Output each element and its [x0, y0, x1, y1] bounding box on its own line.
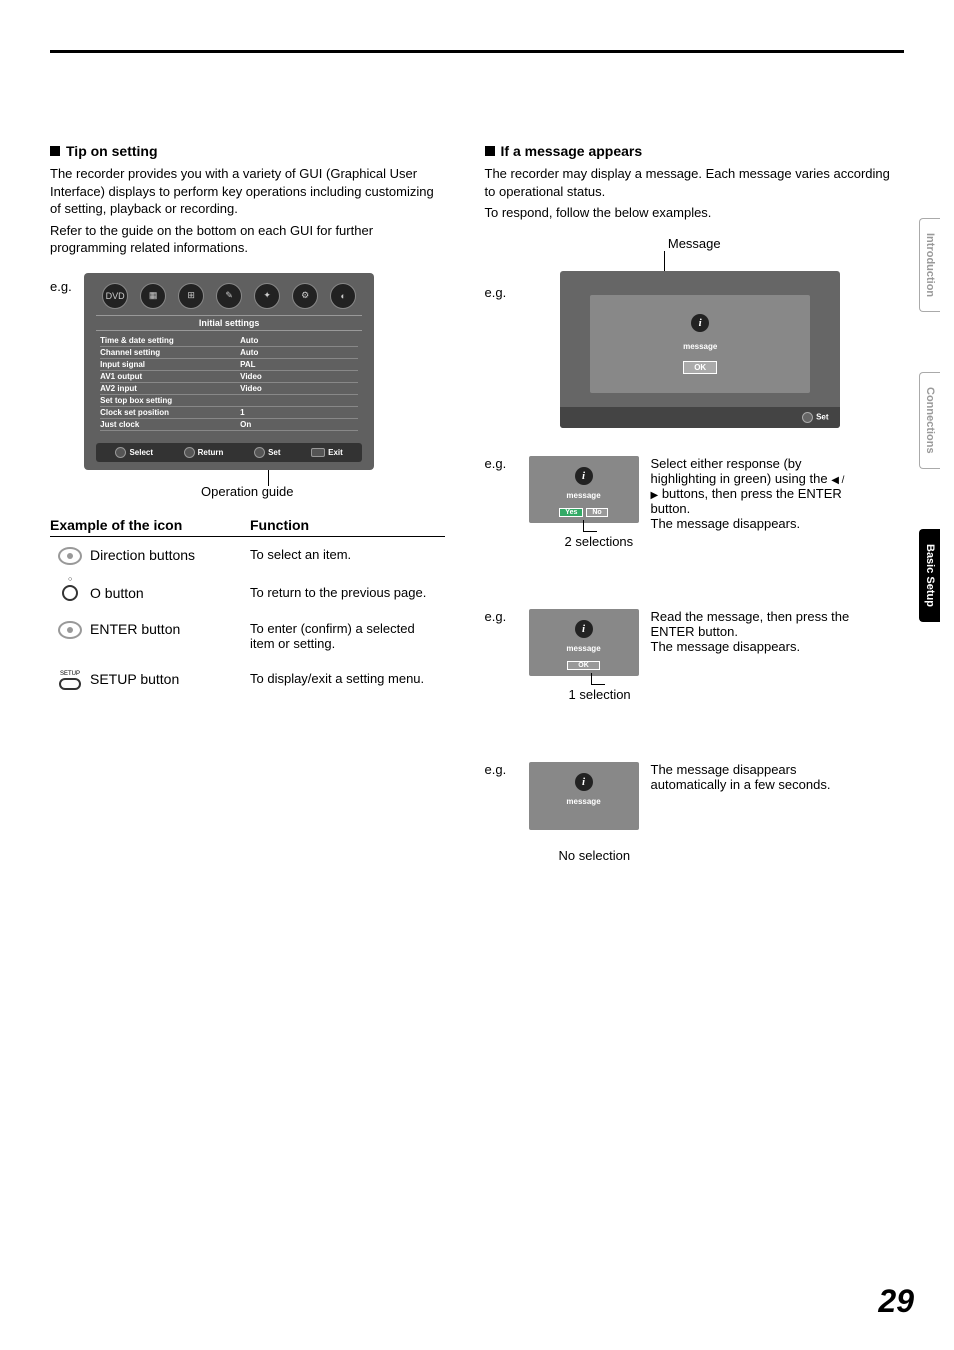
- icon-table-header: Example of the icon Function: [50, 517, 445, 537]
- eg-label: e.g.: [485, 609, 517, 702]
- msg-p1: The recorder may display a message. Each…: [485, 165, 904, 200]
- settings-list: Time & date settingAuto Channel settingA…: [90, 335, 368, 439]
- menu-icon: ✦: [254, 283, 280, 309]
- eg-label: e.g.: [50, 279, 72, 294]
- operation-guide-label: Operation guide: [50, 484, 445, 499]
- yes-button[interactable]: Yes: [559, 508, 583, 517]
- info-icon: i: [575, 620, 593, 638]
- menu-icon: ▦: [140, 283, 166, 309]
- message-label: Message: [485, 236, 904, 251]
- direction-icon: [58, 547, 82, 565]
- tab-connections[interactable]: Connections: [919, 372, 940, 469]
- menu-icon: ⊞: [178, 283, 204, 309]
- table-row: Direction buttons To select an item.: [50, 537, 445, 575]
- msg-p2: To respond, follow the below examples.: [485, 204, 904, 222]
- tip-p1: The recorder provides you with a variety…: [50, 165, 445, 218]
- ok-dialog: i message OK: [529, 609, 639, 676]
- enter-icon: [58, 621, 82, 639]
- tab-basic-setup[interactable]: Basic Setup: [919, 529, 940, 622]
- table-row: O button To return to the previous page.: [50, 575, 445, 611]
- desc-text: Select either response (by highlighting …: [651, 456, 851, 549]
- auto-dialog: i message: [529, 762, 639, 830]
- info-icon: i: [575, 773, 593, 791]
- gui-screenshot: DVD ▦ ⊞ ✎ ✦ ⚙ ◐ Initial settings Time & …: [84, 273, 374, 470]
- yes-no-dialog: i message Yes No: [529, 456, 639, 523]
- ok-button[interactable]: OK: [567, 661, 600, 670]
- tip-p2: Refer to the guide on the bottom on each…: [50, 222, 445, 257]
- no-button[interactable]: No: [586, 508, 607, 517]
- message-dialog: i message OK Set: [560, 271, 840, 428]
- ok-button[interactable]: OK: [683, 361, 717, 374]
- desc-text: Read the message, then press the ENTER b…: [651, 609, 851, 702]
- desc-text: The message disappears automatically in …: [651, 762, 851, 863]
- eg-label: e.g.: [485, 456, 517, 549]
- tab-introduction[interactable]: Introduction: [919, 218, 940, 312]
- info-icon: i: [575, 467, 593, 485]
- page-number: 29: [878, 1283, 914, 1320]
- info-icon: i: [691, 314, 709, 332]
- eg-label: e.g.: [485, 762, 517, 863]
- menu-icon: DVD: [102, 283, 128, 309]
- menu-icon: ✎: [216, 283, 242, 309]
- caption: 1 selection: [569, 687, 639, 702]
- init-settings-title: Initial settings: [96, 315, 362, 331]
- eg-label: e.g.: [485, 285, 507, 428]
- table-row: ENTER button To enter (confirm) a select…: [50, 611, 445, 661]
- menu-icon: ◐: [330, 283, 356, 309]
- side-tabs: Introduction Connections Basic Setup: [919, 218, 940, 622]
- menu-icon: ⚙: [292, 283, 318, 309]
- caption: No selection: [559, 848, 639, 863]
- table-row: SETUP SETUP button To display/exit a set…: [50, 661, 445, 700]
- operation-bar: Select Return Set Exit: [96, 443, 362, 462]
- setup-icon: [59, 678, 81, 690]
- message-title: If a message appears: [485, 143, 904, 159]
- o-button-icon: [62, 585, 78, 601]
- caption: 2 selections: [565, 534, 639, 549]
- tip-title: Tip on setting: [50, 143, 445, 159]
